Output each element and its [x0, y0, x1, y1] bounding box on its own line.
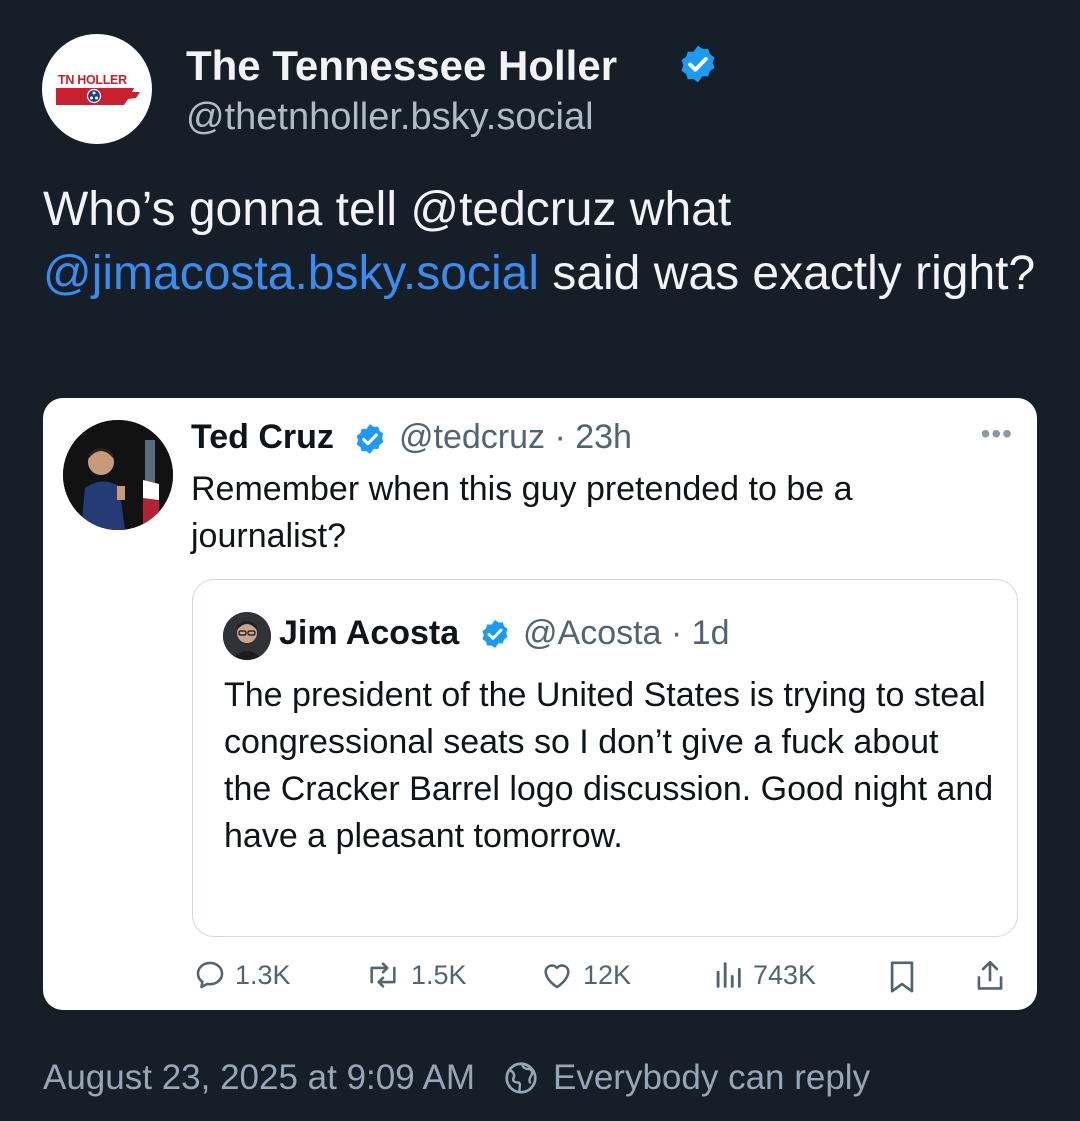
bookmark-stat: [885, 958, 919, 996]
tweet-actions: 1.3K 1.5K 12K 743K: [43, 954, 1037, 1004]
mention-link[interactable]: @jimacosta.bsky.social: [43, 247, 539, 300]
ted-cruz-text: Remember when this guy pretended to be a…: [191, 470, 853, 555]
repost-icon: [370, 962, 396, 988]
heart-icon: [544, 964, 570, 989]
share-icon: [977, 960, 1003, 990]
verified-badge-icon: [356, 424, 384, 454]
reply-icon: [196, 961, 224, 989]
bookmark-icon: [890, 961, 914, 993]
author-name[interactable]: The Tennessee Holler: [186, 42, 617, 90]
author-handle[interactable]: @thetnholler.bsky.social: [186, 96, 594, 139]
ted-cruz-handle-time: @tedcruz · 23h: [399, 418, 632, 456]
post-header: TN HOLLER The Tennessee Holler @thetnhol…: [42, 32, 1080, 144]
reply-stat: 1.3K: [193, 958, 291, 992]
repost-stat: 1.5K: [363, 958, 467, 992]
post-text-part: Who’s gonna tell @tedcruz what: [43, 183, 732, 236]
jim-acosta-name: Jim Acosta: [279, 614, 460, 652]
post-text-part: said was exactly right?: [538, 247, 1036, 300]
tn-holler-logo-icon: TN HOLLER: [56, 73, 140, 105]
ted-cruz-name: Ted Cruz: [191, 418, 334, 456]
jim-acosta-handle-time: @Acosta · 1d: [523, 614, 730, 652]
verified-badge-icon: [482, 620, 508, 648]
reply-count: 1.3K: [235, 959, 291, 990]
reply-settings-label: Everybody can reply: [552, 1058, 871, 1097]
bar-chart-icon: [716, 962, 741, 988]
post-text: Who’s gonna tell @tedcruz what @jimacost…: [43, 178, 1043, 306]
svg-text:TN HOLLER: TN HOLLER: [58, 73, 127, 87]
post-timestamp[interactable]: August 23, 2025 at 9:09 AM: [43, 1058, 475, 1098]
views-stat: 743K: [711, 958, 816, 992]
jim-acosta-avatar: [223, 612, 271, 660]
post-footer: August 23, 2025 at 9:09 AM Everybody can…: [43, 1058, 870, 1098]
quoted-post: Jim Acosta @Acosta · 1d The president of…: [192, 579, 1018, 937]
embedded-image[interactable]: Ted Cruz @tedcruz · 23h ••• Remember whe…: [43, 398, 1037, 1010]
like-stat: 12K: [539, 958, 631, 992]
more-options-icon: •••: [980, 418, 1013, 449]
ted-cruz-avatar: [63, 420, 173, 530]
views-count: 743K: [753, 959, 817, 990]
jim-acosta-text: The president of the United States is tr…: [224, 676, 994, 855]
repost-count: 1.5K: [411, 959, 467, 990]
share-stat: [973, 958, 1007, 994]
reply-settings[interactable]: Everybody can reply: [503, 1058, 870, 1098]
like-count: 12K: [583, 959, 632, 990]
author-avatar[interactable]: TN HOLLER: [42, 34, 152, 144]
globe-icon: [505, 1062, 537, 1094]
verified-badge-icon: [681, 45, 715, 83]
